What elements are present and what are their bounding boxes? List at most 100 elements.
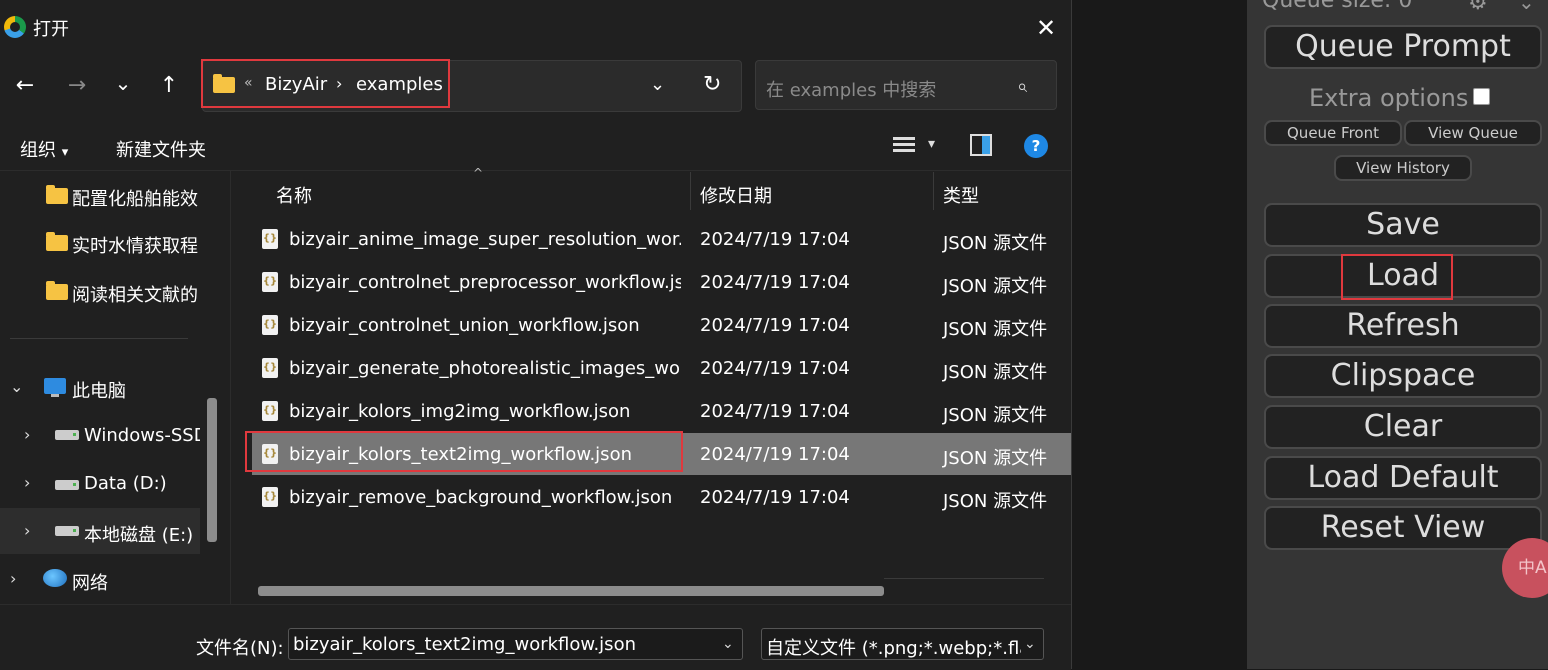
chevron-down-icon[interactable]: ⌄ [1518,0,1535,14]
json-file-icon: {} [262,315,278,335]
forward-button[interactable]: → [60,70,94,100]
view-queue-button[interactable]: View Queue [1404,120,1542,146]
chevron-down-icon[interactable]: ⌄ [10,377,23,396]
drive-icon [55,480,79,490]
close-button[interactable]: ✕ [1026,8,1066,48]
file-name: bizyair_kolors_img2img_workflow.json [289,401,631,422]
gear-icon[interactable]: ⚙ [1468,0,1488,15]
queue-front-button[interactable]: Queue Front [1264,120,1402,146]
back-button[interactable]: ← [8,70,42,100]
chevron-right-icon[interactable]: › [10,569,16,588]
nav-item-folder[interactable]: 实时水情获取程 [0,219,200,265]
address-highlight-box [201,59,450,108]
up-button[interactable]: ↑ [152,70,186,100]
reset-view-button[interactable]: Reset View [1264,506,1542,550]
file-name: bizyair_controlnet_union_workflow.json [289,315,640,336]
column-divider[interactable] [933,172,934,210]
preview-pane-icon[interactable] [970,134,992,156]
view-list-icon[interactable] [893,134,915,156]
nav-item-label: 此电脑 [72,381,126,402]
file-modified: 2024/7/19 17:04 [700,272,850,293]
queue-prompt-button[interactable]: Queue Prompt [1264,25,1542,69]
file-type: JSON 源文件 [943,405,1048,426]
load-highlight-box [1341,254,1453,300]
file-type: JSON 源文件 [943,491,1048,512]
nav-item-label: 网络 [72,573,108,594]
file-name: bizyair_controlnet_preprocessor_workflow… [289,272,681,293]
scroll-track [884,578,1044,579]
filename-dropdown-icon[interactable]: ⌄ [722,636,734,652]
nav-item-label: 本地磁盘 (E:) [84,525,194,546]
file-type: JSON 源文件 [943,448,1048,469]
nav-item-data-d[interactable]: › Data (D:) [0,460,200,506]
file-modified: 2024/7/19 17:04 [700,487,850,508]
file-row[interactable]: {} bizyair_remove_background_workflow.js… [245,476,1071,518]
column-header-name[interactable]: 名称 [276,182,312,208]
filetype-dropdown-icon[interactable]: ⌄ [1024,636,1036,652]
file-name: bizyair_generate_photorealistic_images_w… [289,358,681,379]
file-type: JSON 源文件 [943,319,1048,340]
nav-item-this-pc[interactable]: ⌄ 此电脑 [0,364,200,410]
organize-label: 组织 [20,140,56,161]
nav-item-label: Windows-SSD [84,425,200,446]
view-history-button[interactable]: View History [1334,155,1472,181]
nav-item-windows-ssd[interactable]: › Windows-SSD [0,412,200,458]
filetype-value[interactable]: 自定义文件 (*.png;*.webp;*.fla [766,634,1021,660]
filename-value[interactable]: bizyair_kolors_text2img_workflow.json [293,634,636,655]
nav-scrollbar[interactable] [207,398,217,542]
save-button[interactable]: Save [1264,203,1542,247]
nav-item-local-disk-e[interactable]: › 本地磁盘 (E:) [0,508,200,554]
file-row[interactable]: {} bizyair_kolors_img2img_workflow.json … [245,390,1071,432]
drive-icon [55,526,79,536]
refresh-icon[interactable]: ↻ [703,72,721,97]
chevron-right-icon[interactable]: › [24,473,30,492]
horizontal-scrollbar[interactable] [258,586,884,596]
folder-icon [46,281,68,300]
pane-splitter[interactable] [230,170,231,604]
computer-icon [44,378,66,397]
column-header-type[interactable]: 类型 [943,182,979,208]
file-type: JSON 源文件 [943,362,1048,383]
nav-item-folder[interactable]: 阅读相关文献的 [0,268,200,314]
folder-icon [46,185,68,204]
search-icon[interactable]: ⌕ [1017,76,1027,97]
file-modified: 2024/7/19 17:04 [700,444,850,465]
file-name: bizyair_anime_image_super_resolution_wor… [289,229,681,250]
new-folder-button[interactable]: 新建文件夹 [116,136,206,162]
column-divider[interactable] [690,172,691,210]
refresh-button[interactable]: Refresh [1264,304,1542,348]
organize-menu[interactable]: 组织 ▾ [20,136,68,162]
file-row[interactable]: {} bizyair_controlnet_union_workflow.jso… [245,304,1071,346]
organize-dropdown-icon: ▾ [61,145,69,160]
chevron-right-icon[interactable]: › [24,425,30,444]
nav-item-label: 实时水情获取程 [72,236,198,257]
file-row[interactable]: {} bizyair_controlnet_preprocessor_workf… [245,261,1071,303]
nav-item-folder[interactable]: 配置化船舶能效 [0,172,200,218]
sort-ascending-icon: ^ [473,166,484,180]
file-row[interactable]: {} bizyair_generate_photorealistic_image… [245,347,1071,389]
nav-item-network[interactable]: › 网络 [0,556,200,602]
load-default-button[interactable]: Load Default [1264,456,1542,500]
column-header-modified[interactable]: 修改日期 [700,182,772,208]
app-icon [4,16,26,38]
search-placeholder: 在 examples 中搜索 [766,80,937,101]
nav-item-label: 阅读相关文献的 [72,285,198,306]
clear-button[interactable]: Clear [1264,405,1542,449]
dialog-title: 打开 [33,19,69,40]
extra-options-label: Extra options [1309,84,1469,112]
clipspace-button[interactable]: Clipspace [1264,354,1542,398]
network-icon [43,569,67,587]
chevron-right-icon[interactable]: › [24,521,30,540]
file-type: JSON 源文件 [943,276,1048,297]
help-icon[interactable]: ? [1024,134,1048,158]
extra-options-checkbox[interactable] [1473,88,1490,105]
json-file-icon: {} [262,401,278,421]
recent-locations-button[interactable]: ⌄ [106,68,140,98]
queue-size-label: Queue size: 0 [1262,0,1413,13]
file-row[interactable]: {} bizyair_anime_image_super_resolution_… [245,218,1071,260]
selected-file-highlight-box [245,431,683,472]
view-dropdown-icon[interactable]: ▾ [928,136,935,152]
file-name: bizyair_remove_background_workflow.json [289,487,673,508]
file-modified: 2024/7/19 17:04 [700,401,850,422]
address-dropdown-icon[interactable]: ⌄ [650,74,665,95]
